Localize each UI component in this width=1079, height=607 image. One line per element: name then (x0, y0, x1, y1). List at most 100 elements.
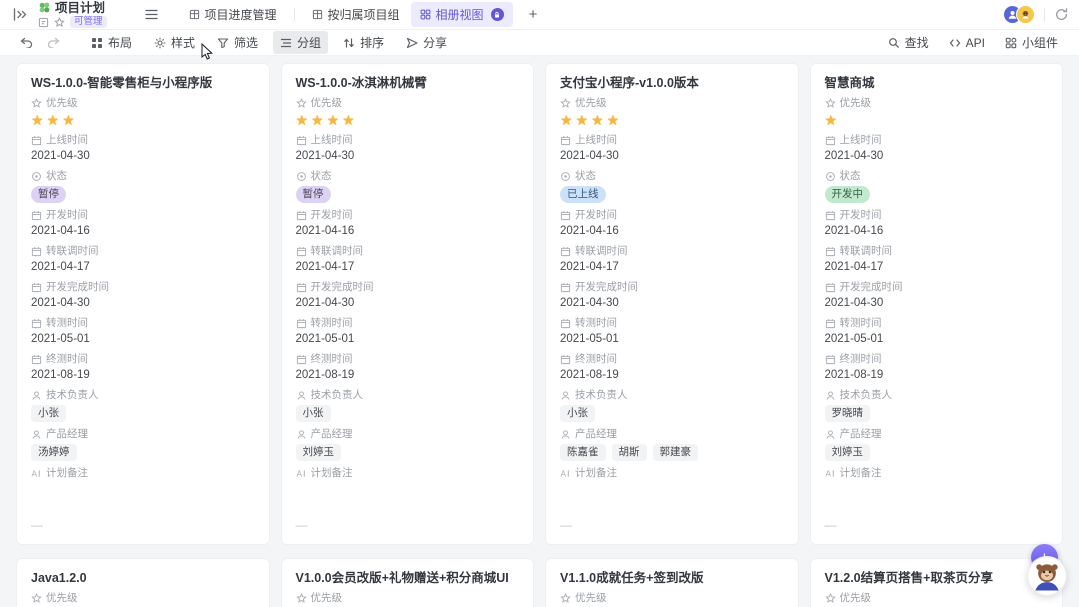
field-label: 状态 (575, 170, 596, 182)
record-card[interactable]: Java1.2.0优先级★★★上线时间2021-04-30 (16, 558, 270, 607)
avatar[interactable] (1016, 5, 1035, 24)
calendar-icon (31, 318, 42, 329)
tab-by-project-group[interactable]: 按归属项目组 (303, 2, 409, 27)
widget-button[interactable]: 小组件 (998, 31, 1065, 54)
app-info: 项目计划 可管理 (38, 1, 107, 28)
funnel-icon (217, 37, 229, 49)
member-tag: 汤婷婷 (31, 444, 77, 461)
layout-button[interactable]: 布局 (84, 31, 139, 54)
field-label: 转联调时间 (575, 245, 628, 257)
card-field: 上线时间 2021-04-30 (825, 134, 1049, 164)
record-card[interactable]: V1.0.0会员改版+礼物赠送+积分商城UI优先级★★上线时间2021-04-3… (280, 558, 534, 607)
card-field: 上线时间 2021-04-30 (296, 134, 520, 164)
card-title: 支付宝小程序-v1.0.0版本 (560, 76, 699, 90)
record-card[interactable]: 支付宝小程序-v1.0.0版本 优先级 ★★★★ 上线时间 2021-04-30 状态 已上… (545, 63, 799, 545)
field-label: 优先级 (839, 97, 872, 109)
field-label: 产品经理 (575, 428, 617, 440)
record-card[interactable]: V1.1.0成就任务+签到改版优先级★上线时间2021-04-30 (545, 558, 799, 607)
field-label: 开发完成时间 (839, 281, 903, 293)
field-value: 2021-04-16 (295, 225, 355, 237)
card-field: A 计划备注 (296, 467, 520, 506)
card-title: 智慧商城 (824, 76, 875, 90)
add-view-button[interactable]: + (529, 6, 538, 23)
field-label: 终测时间 (46, 353, 88, 365)
mascot-assistant-widget[interactable] (1027, 556, 1067, 596)
svg-text:A: A (296, 470, 302, 479)
field-label: 转测时间 (575, 317, 617, 329)
card-field: 状态 开发中 (824, 170, 1049, 203)
text-icon: A (31, 468, 42, 479)
group-button[interactable]: 分组 (273, 31, 329, 54)
member-tag: 小张 (31, 405, 66, 422)
status-tag: 开发中 (824, 186, 870, 203)
field-label: 转联调时间 (310, 245, 364, 257)
calendar-icon (296, 135, 307, 146)
record-card[interactable]: WS-1.0.0-冰淇淋机械臂 优先级 ★★★★ 上线时间 2021-04-30 状态 暂停… (280, 63, 534, 545)
expand-sidebar-icon[interactable] (10, 5, 30, 25)
record-card[interactable]: 智慧商城 优先级 ★ 上线时间 2021-04-30 状态 开发中 开发时间 2021-04-1… (809, 63, 1063, 545)
field-value: 2021-04-30 (31, 297, 90, 309)
redo-icon[interactable] (47, 37, 60, 48)
card-field: 技术负责人 小张 (560, 389, 784, 422)
sort-label: 排序 (360, 36, 385, 50)
svg-text:A: A (31, 470, 37, 479)
card-field: 优先级★★★ (31, 592, 255, 607)
member-tag: 罗晓晴 (824, 405, 870, 422)
field-value: 2021-04-30 (824, 150, 884, 162)
filter-button[interactable]: 筛选 (210, 31, 265, 54)
member-tag: 刘婷玉 (295, 444, 341, 461)
collaborator-avatars[interactable] (1003, 5, 1035, 24)
style-button[interactable]: 样式 (147, 31, 202, 54)
card-field: 开发时间 2021-04-16 (31, 209, 255, 239)
field-value: 2021-04-16 (824, 225, 884, 237)
field-label: 上线时间 (310, 134, 353, 146)
gallery-view-content: WS-1.0.0-智能零售柜与小程序版 优先级 ★★★ 上线时间 2021-04-30 状… (0, 56, 1079, 607)
share-button[interactable]: 分享 (399, 31, 454, 54)
field-label: 优先级 (575, 97, 607, 109)
field-label: 产品经理 (46, 428, 88, 440)
attachment-empty-dash: — (31, 518, 43, 532)
card-field: 开发时间 2021-04-16 (560, 209, 784, 239)
field-value: 2021-04-30 (31, 150, 90, 162)
text-icon: A (296, 468, 307, 479)
record-card[interactable]: V1.2.0结算页搭售+取茶页分享优先级★★上线时间2021-04-30 (809, 558, 1063, 607)
record-card[interactable]: WS-1.0.0-智能零售柜与小程序版 优先级 ★★★ 上线时间 2021-04-30 状… (16, 63, 270, 545)
field-value: 2021-05-01 (295, 333, 355, 345)
tab-label: 按归属项目组 (327, 8, 400, 22)
view-list-menu-icon[interactable] (144, 9, 158, 20)
attachment-empty-dash: — (295, 518, 308, 532)
select-icon (825, 171, 836, 182)
tab-divider (293, 8, 295, 21)
undo-icon[interactable] (20, 37, 33, 48)
calendar-icon (825, 246, 836, 257)
priority-stars: ★★★★ (295, 112, 358, 128)
card-field: 开发完成时间 2021-04-30 (560, 281, 784, 311)
star-icon (560, 98, 571, 109)
field-label: 优先级 (575, 592, 607, 604)
search-button[interactable]: 查找 (881, 31, 936, 54)
card-field: 开发完成时间 2021-04-30 (31, 281, 255, 311)
field-label: 技术负责人 (310, 389, 364, 401)
field-value: 2021-04-17 (295, 261, 355, 273)
cards-grid: WS-1.0.0-智能零售柜与小程序版 优先级 ★★★ 上线时间 2021-04-30 状… (16, 63, 1063, 607)
sort-button[interactable]: 排序 (336, 31, 391, 54)
widget-icon (1005, 37, 1017, 49)
description-icon[interactable] (38, 17, 49, 28)
card-field: 终测时间 2021-08-19 (296, 353, 520, 383)
api-button[interactable]: API (942, 33, 992, 53)
field-label: 优先级 (310, 592, 343, 604)
empty-note-area (31, 480, 255, 506)
history-refresh-icon[interactable] (1054, 7, 1069, 22)
card-field: 转测时间 2021-05-01 (825, 317, 1049, 347)
member-tag: 陈嘉雀 (560, 444, 606, 461)
field-label: 计划备注 (310, 467, 353, 479)
field-label: 终测时间 (575, 353, 617, 365)
tab-project-progress[interactable]: 项目进度管理 (180, 2, 286, 27)
tab-gallery-view[interactable]: 相册视图 (410, 2, 513, 27)
topbar: 项目计划 可管理 项目进度管理 按归属项目组 相册视图 + (0, 0, 1079, 30)
member-icon (560, 429, 571, 440)
grid-view-icon (189, 9, 200, 20)
card-field: 优先级★★★ (31, 97, 255, 128)
member-icon (825, 429, 836, 440)
favorite-star-icon[interactable] (54, 16, 65, 28)
